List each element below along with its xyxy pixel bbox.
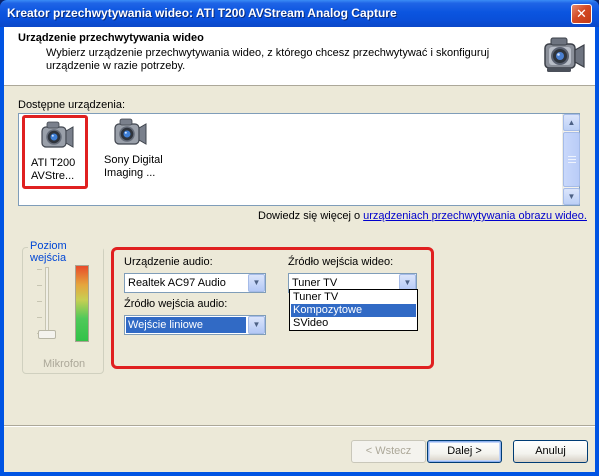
close-icon: ✕: [576, 6, 587, 21]
video-input-label: Źródło wejścia wideo:: [288, 256, 394, 268]
audio-device-value: Realtek AC97 Audio: [128, 277, 226, 289]
chevron-down-icon[interactable]: ▼: [248, 316, 265, 334]
wizard-window: Kreator przechwytywania wideo: ATI T200 …: [0, 0, 599, 476]
device-item-sony[interactable]: Sony Digital Imaging ...: [98, 115, 164, 189]
video-input-value: Tuner TV: [292, 277, 338, 289]
more-info-prefix: Dowiedz się więcej o: [258, 210, 364, 222]
close-button[interactable]: ✕: [571, 4, 592, 24]
page-description: Wybierz urządzenie przechwytywania wideo…: [46, 47, 490, 72]
scroll-up-button[interactable]: ▲: [563, 114, 580, 131]
device-name: ATI T200 AVStre...: [31, 157, 76, 182]
scroll-thumb[interactable]: [563, 132, 580, 187]
back-button[interactable]: < Wstecz: [351, 440, 426, 463]
window-title: Kreator przechwytywania wideo: ATI T200 …: [7, 6, 397, 20]
wizard-header: Urządzenie przechwytywania wideo Wybierz…: [4, 27, 595, 86]
scroll-down-button[interactable]: ▼: [563, 188, 580, 205]
dropdown-option-svideo[interactable]: SVideo: [291, 317, 416, 330]
wizard-client-area: Urządzenie przechwytywania wideo Wybierz…: [4, 27, 595, 472]
next-button[interactable]: Dalej >: [427, 440, 502, 463]
device-list[interactable]: ATI T200 AVStre... Sony Digital Imaging …: [18, 113, 580, 206]
audio-device-select[interactable]: Realtek AC97 Audio ▼: [124, 273, 266, 293]
microphone-label: Mikrofon: [43, 358, 86, 370]
slider-tick: [37, 317, 42, 318]
dropdown-option-kompozytowe[interactable]: Kompozytowe: [291, 304, 416, 317]
input-level-group: Poziom wejścia Mikrofon: [22, 240, 104, 374]
chevron-up-icon: ▲: [567, 118, 576, 127]
device-name: Sony Digital Imaging ...: [104, 154, 163, 179]
video-input-dropdown[interactable]: Tuner TV Kompozytowe SVideo: [289, 289, 418, 331]
available-devices-label: Dostępne urządzenia:: [18, 99, 126, 111]
volume-slider-track[interactable]: [45, 267, 49, 339]
webcam-icon: [114, 118, 147, 145]
volume-slider-thumb[interactable]: [38, 330, 56, 339]
chevron-down-icon[interactable]: ▼: [248, 274, 265, 292]
cancel-button[interactable]: Anuluj: [513, 440, 588, 463]
level-meter: [75, 265, 89, 342]
camcorder-icon: [544, 37, 585, 72]
dropdown-option-tuner-tv[interactable]: Tuner TV: [291, 291, 416, 304]
grip-line: [568, 159, 576, 160]
grip-line: [568, 156, 576, 157]
more-info-text: Dowiedz się więcej o urządzeniach przech…: [258, 210, 587, 222]
slider-tick: [37, 301, 42, 302]
webcam-icon: [41, 121, 74, 148]
page-title: Urządzenie przechwytywania wideo: [18, 32, 204, 44]
grip-line: [568, 162, 576, 163]
capture-devices-link[interactable]: urządzeniach przechwytywania obrazu wide…: [363, 210, 587, 222]
device-item-ati-t200[interactable]: ATI T200 AVStre...: [22, 115, 88, 189]
audio-input-value: Wejście liniowe: [126, 317, 246, 333]
footer-separator: [4, 425, 595, 427]
title-bar[interactable]: Kreator przechwytywania wideo: ATI T200 …: [0, 0, 599, 27]
chevron-down-icon: ▼: [567, 192, 576, 201]
slider-tick: [37, 285, 42, 286]
audio-device-label: Urządzenie audio:: [124, 256, 213, 268]
input-level-legend: Poziom wejścia: [28, 240, 103, 264]
slider-tick: [37, 269, 42, 270]
audio-input-label: Źródło wejścia audio:: [124, 298, 228, 310]
device-list-scrollbar[interactable]: ▲ ▼: [562, 114, 580, 205]
audio-input-select[interactable]: Wejście liniowe ▼: [124, 315, 266, 335]
